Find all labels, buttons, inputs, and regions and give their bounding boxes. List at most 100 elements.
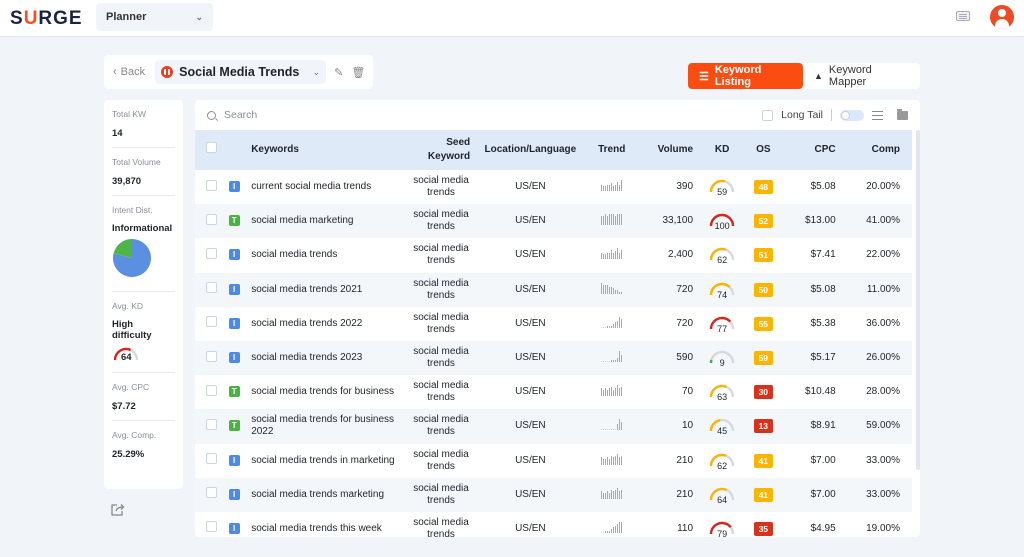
row-checkbox[interactable] [205, 316, 217, 328]
intent-pie-chart [113, 239, 151, 277]
trend-bar [615, 525, 617, 533]
kd-value: 74 [717, 289, 728, 300]
cpc-cell: $7.00 [810, 454, 836, 466]
export-icon[interactable] [111, 503, 125, 516]
trend-bar [621, 422, 623, 431]
table-scrollbar[interactable] [916, 130, 920, 470]
trend-bar [611, 528, 613, 533]
trend-bar [601, 326, 603, 328]
keyword-table: Keywords Seed Keyword Location/Language … [195, 130, 912, 537]
seed-keyword-cell: social media trends [413, 311, 469, 335]
table-row[interactable]: Tsocial media trends for business social … [195, 375, 912, 409]
row-checkbox[interactable] [205, 213, 217, 225]
long-tail-checkbox[interactable] [762, 109, 774, 121]
kd-value: 62 [717, 255, 728, 266]
row-checkbox[interactable] [205, 453, 217, 465]
trend-bar [611, 387, 613, 397]
select-all-checkbox[interactable] [205, 142, 217, 153]
trend-bar [605, 530, 607, 533]
keyword-cell[interactable]: social media trends for business 2022 [245, 409, 406, 443]
trend-sparkline [601, 282, 623, 294]
col-kd[interactable]: KD [699, 130, 745, 170]
keyword-cell[interactable]: social media trends 2023 [245, 341, 406, 375]
keyword-cell[interactable]: social media trends marketing [245, 478, 406, 512]
keyword-cell[interactable]: social media trends [245, 238, 406, 272]
col-trend[interactable]: Trend [585, 130, 639, 170]
table-row[interactable]: Isocial media trends social media trends U… [195, 238, 912, 272]
kd-value: 45 [717, 426, 728, 437]
project-name: Social Media Trends [179, 65, 300, 79]
col-cpc[interactable]: CPC [781, 130, 841, 170]
table-row[interactable]: Icurrent social media trends social media… [195, 170, 912, 204]
user-avatar-icon[interactable] [990, 5, 1014, 29]
stat-label: Total Volume [112, 157, 161, 167]
trend-bar [609, 325, 611, 328]
col-keywords[interactable]: Keywords [245, 130, 406, 170]
trend-bar [605, 214, 607, 226]
trash-icon[interactable]: 🗑 [351, 66, 365, 79]
keyword-cell[interactable]: social media trends 2022 [245, 307, 406, 341]
trend-bar [619, 490, 621, 499]
trend-bar [615, 185, 617, 192]
row-checkbox[interactable] [205, 282, 217, 294]
keyword-listing-tab[interactable]: ☰ Keyword Listing [688, 63, 803, 89]
filter-sliders-icon[interactable] [872, 110, 883, 120]
trend-bar [613, 429, 615, 431]
keyword-cell[interactable]: social media trends 2021 [245, 273, 406, 307]
location-cell: US/EN [515, 249, 546, 261]
trend-bar [615, 360, 617, 363]
volume-cell: 70 [681, 386, 694, 398]
pencil-icon[interactable]: ✎ [334, 66, 343, 79]
col-comp[interactable]: Comp [842, 130, 912, 170]
keyboard-icon[interactable] [956, 11, 970, 21]
stat-label: Intent Dist. [112, 205, 153, 215]
table-row[interactable]: Tsocial media marketing social media tren… [195, 204, 912, 239]
row-checkbox[interactable] [205, 179, 217, 191]
row-checkbox[interactable] [205, 521, 217, 533]
search-input[interactable] [224, 109, 524, 121]
row-checkbox[interactable] [205, 418, 217, 430]
col-seed-keyword[interactable]: Seed Keyword [406, 130, 476, 170]
row-checkbox[interactable] [205, 350, 217, 362]
trend-bar [601, 361, 603, 363]
kd-gauge: 63 [707, 381, 737, 403]
location-cell: US/EN [515, 317, 546, 329]
stat-label: Avg. KD [112, 301, 144, 311]
table-row[interactable]: Isocial media trends 2022 social media tr… [195, 307, 912, 341]
project-select[interactable]: Social Media Trends ⌄ [155, 60, 327, 84]
stat-value: 39,870 [112, 176, 142, 187]
row-checkbox[interactable] [205, 247, 217, 259]
view-toggle-switch[interactable] [840, 109, 864, 121]
back-button[interactable]: ‹ Back [113, 66, 145, 78]
keyword-cell[interactable]: current social media trends [245, 170, 406, 204]
col-os[interactable]: OS [745, 130, 781, 170]
keyword-cell[interactable]: social media trends this week [245, 512, 406, 537]
trend-bar [603, 326, 605, 328]
app-select[interactable]: Planner ⌄ [96, 3, 213, 31]
col-volume[interactable]: Volume [639, 130, 699, 170]
trend-bar [619, 419, 621, 431]
location-cell: US/EN [515, 352, 546, 364]
table-row[interactable]: Isocial media trends 2021 social media tr… [195, 272, 912, 307]
surge-logo[interactable]: S U RGE [10, 8, 83, 30]
trend-bar [607, 530, 609, 533]
trend-bar [609, 214, 611, 226]
add-folder-icon[interactable] [897, 108, 908, 120]
keyword-listing-label: Keyword Listing [714, 64, 762, 88]
table-row[interactable]: Isocial media trends 2023 social media tr… [195, 340, 912, 376]
table-row[interactable]: Isocial media trends marketing social med… [195, 477, 912, 512]
keyword-cell[interactable]: social media trends for business [245, 375, 406, 409]
table-row[interactable]: Isocial media trends in marketing social … [195, 444, 912, 478]
keyword-cell[interactable]: social media marketing [245, 204, 406, 238]
trend-bar [615, 289, 617, 294]
keyword-mapper-tab[interactable]: ▲ Keyword Mapper [803, 63, 920, 89]
keyword-cell[interactable]: social media trends in marketing [245, 444, 406, 478]
col-location-language[interactable]: Location/Language [476, 130, 584, 170]
table-row[interactable]: Isocial media trends this week social med… [195, 512, 912, 537]
kd-value: 77 [717, 323, 728, 334]
row-checkbox[interactable] [205, 487, 217, 499]
informational-intent-icon: I [228, 352, 240, 364]
table-row[interactable]: Tsocial media trends for business 2022 so… [195, 409, 912, 444]
row-checkbox[interactable] [205, 384, 217, 396]
kd-gauge: 62 [707, 244, 737, 266]
